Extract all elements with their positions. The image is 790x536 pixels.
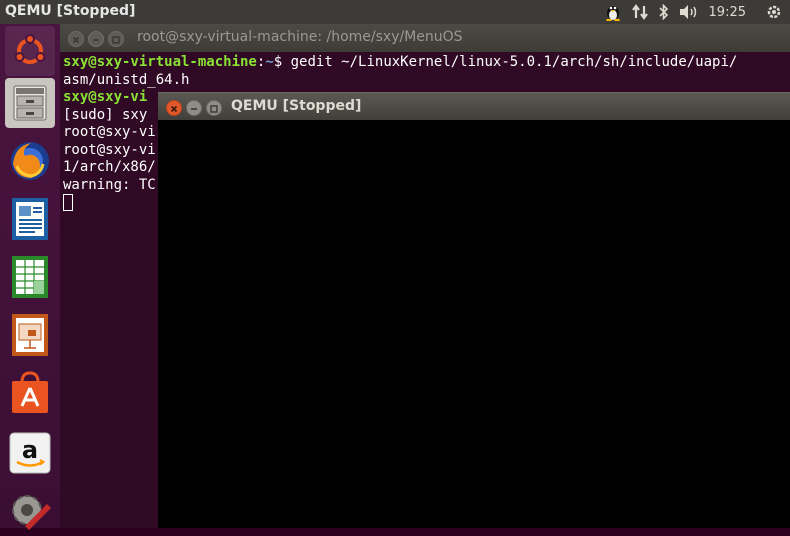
amazon-icon: a [9, 432, 51, 474]
impress-icon [12, 314, 48, 356]
top-panel: QEMU [Stopped] 19:25 [0, 0, 790, 24]
writer-icon [12, 198, 48, 240]
close-icon [72, 36, 80, 44]
terminal-maximize-button[interactable] [108, 31, 124, 47]
settings-launcher[interactable] [5, 486, 55, 536]
ubuntu-dash-button[interactable] [5, 26, 55, 76]
terminal-line: asm/unistd_64.h [63, 71, 190, 88]
qemu-title: QEMU [Stopped] [231, 98, 362, 114]
software-bag-icon [12, 371, 48, 413]
prompt-user: sxy@sxy-virtual-machine [63, 54, 257, 70]
files-launcher[interactable] [5, 78, 55, 128]
svg-text:a: a [22, 436, 38, 464]
settings-wrench-icon [12, 495, 51, 530]
prompt-user: sxy@sxy-vi [63, 89, 148, 105]
firefox-icon [11, 142, 49, 180]
writer-launcher[interactable] [5, 194, 55, 244]
clock[interactable]: 19:25 [709, 0, 746, 24]
network-updown-icon[interactable] [631, 0, 649, 24]
volume-icon[interactable] [679, 0, 699, 24]
active-app-title: QEMU [Stopped] [5, 3, 136, 19]
calc-launcher[interactable] [5, 252, 55, 302]
command-text: $ gedit ~/LinuxKernel/linux-5.0.1/arch/s… [273, 54, 738, 70]
minimize-icon [93, 39, 99, 41]
maximize-icon [210, 105, 218, 113]
firefox-launcher[interactable] [5, 136, 55, 186]
power-gear-icon[interactable] [766, 0, 782, 24]
terminal-title: root@sxy-virtual-machine: /home/sxy/Menu… [137, 29, 463, 45]
terminal-close-button[interactable] [68, 31, 84, 47]
calc-icon [12, 256, 48, 298]
minimize-icon [191, 108, 197, 110]
qemu-titlebar[interactable]: QEMU [Stopped] [158, 92, 790, 121]
text-cursor [63, 194, 73, 211]
qemu-minimize-button[interactable] [186, 100, 202, 116]
qemu-window: QEMU [Stopped] [158, 92, 790, 528]
maximize-icon [112, 36, 120, 44]
tux-icon[interactable] [605, 0, 621, 24]
terminal-titlebar[interactable]: root@sxy-virtual-machine: /home/sxy/Menu… [60, 24, 790, 52]
qemu-maximize-button[interactable] [206, 100, 222, 116]
impress-launcher[interactable] [5, 310, 55, 360]
terminal-minimize-button[interactable] [88, 31, 104, 47]
qemu-close-button[interactable] [166, 100, 182, 116]
bluetooth-icon[interactable] [658, 0, 669, 24]
close-icon [170, 105, 178, 113]
terminal-line: sxy@sxy-virtual-machine:~$ gedit ~/Linux… [63, 54, 787, 72]
launcher: a [0, 24, 61, 530]
system-tray: 19:25 [605, 0, 790, 24]
file-cabinet-icon [13, 85, 47, 121]
software-launcher[interactable] [5, 368, 55, 418]
ubuntu-logo-icon [14, 34, 46, 64]
prompt-path: ~ [265, 54, 274, 70]
qemu-display[interactable] [158, 120, 790, 528]
amazon-launcher[interactable]: a [5, 428, 55, 478]
